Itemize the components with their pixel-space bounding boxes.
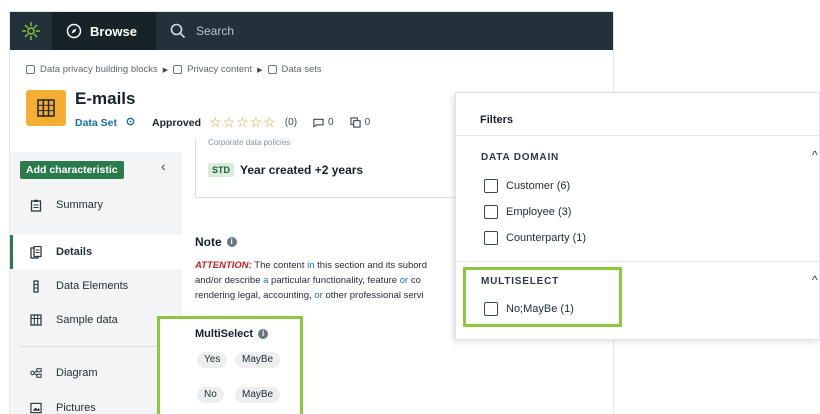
domain-icon — [173, 65, 183, 74]
search-placeholder: Search — [196, 24, 235, 38]
add-characteristic-button[interactable]: Add characteristic — [20, 161, 124, 179]
note-fragment: co — [408, 275, 421, 286]
browse-button[interactable]: Browse — [52, 12, 156, 50]
note-fragment: this section and its subord — [314, 260, 427, 271]
column-icon — [30, 279, 42, 293]
note-fragment: and/or describe — [195, 275, 264, 286]
breadcrumb-item[interactable]: Data sets — [282, 64, 322, 75]
comments-value: 0 — [328, 117, 334, 128]
page-title: E-mails — [75, 89, 136, 108]
sidebar-divider — [20, 346, 180, 347]
copy-icon — [349, 117, 361, 128]
table-icon — [30, 314, 42, 326]
note-fragment: particular functionality, feature — [268, 275, 400, 286]
characteristic-value: Year created +2 years — [240, 163, 364, 177]
dataset-icon — [267, 65, 277, 74]
sidebar-item-summary[interactable]: Summary — [10, 188, 182, 222]
info-icon[interactable]: i — [226, 237, 237, 247]
compass-icon — [66, 23, 82, 39]
document-icon — [30, 245, 42, 259]
chevron-right-icon: ▶ — [257, 66, 263, 74]
multiselect-filter-highlight — [463, 267, 622, 327]
sidebar-item-label: Summary — [56, 199, 104, 211]
clipboard-icon — [30, 199, 42, 212]
top-bar: Browse Search — [10, 12, 613, 50]
sidebar-item-label: Sample data — [56, 314, 118, 326]
data-domain-heading[interactable]: DATA DOMAIN — [481, 152, 559, 163]
collapse-sidebar-icon[interactable]: ‹ — [161, 158, 166, 174]
value-chip: No — [197, 387, 224, 403]
star-rating[interactable]: ☆☆☆☆☆ — [209, 114, 277, 131]
chevron-up-icon[interactable]: ^ — [812, 148, 818, 162]
note-fragment: or — [399, 275, 409, 286]
settings-icon[interactable] — [125, 116, 136, 130]
domain-icon — [26, 65, 35, 74]
breadcrumb: Data privacy building blocks ▶ Privacy c… — [26, 64, 322, 75]
filters-title: Filters — [480, 114, 514, 126]
sidebar-item-label: Details — [56, 246, 93, 258]
checkbox[interactable] — [484, 179, 498, 193]
filter-option-label: Customer (6) — [506, 180, 571, 192]
logo-icon[interactable] — [10, 12, 52, 50]
note-fragment: or — [314, 290, 323, 301]
filter-option-employee[interactable]: Employee (3) — [484, 205, 571, 219]
rating-count: (0) — [284, 117, 298, 128]
multiselect-title: MultiSelect — [195, 328, 254, 340]
note-line: ATTENTION: The content in this section a… — [195, 258, 470, 273]
value-chip: MayBe — [235, 352, 281, 368]
checkbox[interactable] — [484, 231, 498, 245]
characteristic-row: STD Year created +2 years — [208, 163, 363, 177]
note-title: Note — [195, 235, 222, 249]
sidebar-item-details[interactable]: Details — [10, 235, 182, 269]
comment-icon — [313, 118, 324, 128]
diagram-icon — [30, 367, 42, 379]
filter-option-label: Employee (3) — [506, 206, 572, 218]
note-text: ATTENTION: The content in this section a… — [195, 258, 470, 303]
note-line: and/or describe a particular functionali… — [195, 273, 470, 288]
note-line: rendering legal, accounting, or other pr… — [195, 288, 470, 303]
value-chip: MayBe — [235, 387, 281, 403]
sidebar-item-label: Diagram — [56, 367, 98, 379]
filters-divider — [456, 135, 820, 136]
checkbox[interactable] — [484, 205, 498, 219]
sidebar-item-data-elements[interactable]: Data Elements — [10, 269, 182, 303]
picture-icon — [30, 402, 42, 414]
characteristic-label: Corporate data policies — [208, 138, 291, 147]
asset-type-link[interactable]: Data Set — [75, 117, 117, 129]
characteristic-card: Corporate data policies STD Year created… — [195, 138, 485, 198]
status-badge[interactable]: Approved — [152, 117, 201, 129]
filters-divider — [456, 261, 820, 262]
attention-label: ATTENTION: — [195, 260, 252, 271]
relations-count[interactable]: 0 — [349, 117, 371, 128]
breadcrumb-item[interactable]: Data privacy building blocks — [40, 64, 158, 75]
dataset-tile-icon — [26, 90, 66, 126]
chevron-right-icon: ▶ — [162, 66, 169, 74]
filter-option-label: Counterparty (1) — [506, 232, 587, 244]
filter-option-customer[interactable]: Customer (6) — [484, 179, 570, 193]
relations-value: 0 — [364, 117, 371, 128]
note-fragment: other professional servi — [322, 290, 424, 301]
search-icon — [170, 23, 186, 39]
std-badge: STD — [208, 163, 234, 177]
asset-meta: Data Set Approved ☆☆☆☆☆ (0) 0 0 — [75, 114, 370, 131]
search-input[interactable]: Search — [156, 12, 613, 50]
note-fragment: The content — [251, 260, 308, 271]
breadcrumb-item[interactable]: Privacy content — [187, 64, 252, 75]
info-icon[interactable]: i — [258, 329, 269, 339]
note-fragment: rendering legal, accounting, — [195, 290, 315, 301]
comments-count[interactable]: 0 — [313, 117, 334, 128]
note-fragment: in — [307, 260, 315, 271]
sidebar-item-label: Data Elements — [56, 280, 129, 292]
sidebar-item-label: Pictures — [56, 402, 96, 414]
value-chip: Yes — [197, 352, 228, 368]
multiselect-heading: MultiSelect i — [195, 328, 269, 340]
chevron-up-icon[interactable]: ^ — [812, 273, 818, 287]
browse-label: Browse — [90, 23, 137, 39]
note-heading: Note i — [195, 235, 237, 249]
filter-option-counterparty[interactable]: Counterparty (1) — [484, 231, 586, 245]
